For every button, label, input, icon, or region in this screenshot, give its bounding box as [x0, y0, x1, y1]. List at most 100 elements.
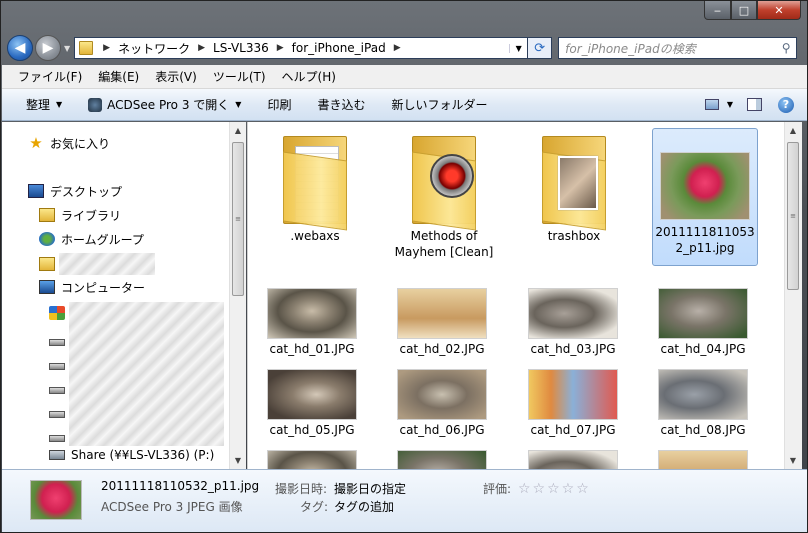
- scroll-down-icon[interactable]: ▼: [785, 452, 801, 469]
- nav-drive[interactable]: [49, 427, 71, 447]
- image-item[interactable]: [390, 450, 494, 469]
- folder-item[interactable]: Methods of Mayhem [Clean]: [392, 130, 496, 260]
- menu-tools[interactable]: ツール(T): [205, 68, 274, 85]
- rating-stars[interactable]: ☆☆☆☆☆: [518, 481, 591, 497]
- details-date-value[interactable]: 撮影日の指定: [334, 480, 406, 497]
- close-button[interactable]: ✕: [757, 1, 801, 20]
- folder-icon: [538, 130, 610, 231]
- nav-favorites[interactable]: ★ お気に入り: [28, 133, 110, 153]
- cat-thumbnail: [658, 288, 748, 339]
- image-item[interactable]: 20111118110532_p11.jpg: [653, 152, 757, 256]
- nav-user[interactable]: [39, 254, 61, 274]
- menu-help[interactable]: ヘルプ(H): [274, 68, 344, 85]
- forward-button[interactable]: ▶: [35, 35, 61, 61]
- cat-thumbnail: [658, 369, 748, 420]
- navigation-row: ◀ ▶ ▼ ▶ ネットワーク ▶ LS-VL336 ▶ for_iPhone_i…: [7, 33, 803, 63]
- folder-icon: [408, 130, 480, 231]
- breadcrumb-ls-vl336[interactable]: LS-VL336: [209, 41, 273, 55]
- image-item[interactable]: [260, 450, 364, 469]
- nav-drive[interactable]: [49, 331, 71, 351]
- nav-computer[interactable]: コンピューター: [39, 277, 145, 297]
- cat-thumbnail: [397, 450, 487, 469]
- image-item[interactable]: [521, 450, 625, 469]
- cat-thumbnail: [528, 450, 618, 469]
- organize-button[interactable]: 整理 ▼: [2, 96, 75, 113]
- image-item[interactable]: cat_hd_03.JPG: [521, 288, 625, 357]
- view-dropdown[interactable]: ▼: [727, 100, 733, 109]
- nav-drive[interactable]: [49, 379, 71, 399]
- image-item[interactable]: [651, 450, 755, 469]
- folder-item[interactable]: .webaxs: [263, 130, 367, 244]
- maximize-button[interactable]: □: [731, 1, 757, 20]
- nav-desktop[interactable]: デスクトップ: [28, 181, 122, 201]
- nav-scrollbar[interactable]: ▲ ≡ ▼: [229, 122, 246, 469]
- scroll-up-icon[interactable]: ▲: [785, 122, 801, 139]
- nav-libraries[interactable]: ライブラリ: [39, 205, 121, 225]
- refresh-icon: ⟳: [534, 40, 546, 56]
- nav-drive-c[interactable]: [49, 303, 71, 323]
- menu-view[interactable]: 表示(V): [147, 68, 205, 85]
- nav-scroll-thumb[interactable]: ≡: [232, 142, 244, 296]
- item-label: trashbox: [547, 229, 601, 243]
- chevron-right-icon[interactable]: ▶: [390, 43, 405, 53]
- refresh-button[interactable]: ⟳: [528, 37, 553, 59]
- item-label: cat_hd_05.JPG: [269, 423, 355, 437]
- cat-thumbnail: [397, 288, 487, 339]
- search-icon[interactable]: ⚲: [776, 41, 796, 55]
- cat-thumbnail: [267, 369, 357, 420]
- item-label: .webaxs: [290, 229, 340, 243]
- windows-drive-icon: [49, 306, 65, 320]
- nav-drive[interactable]: [49, 403, 71, 423]
- nav-share-drive[interactable]: Share (¥¥LS-VL336) (P:): [49, 445, 214, 465]
- arrow-left-icon: ◀: [14, 40, 26, 56]
- scroll-down-icon[interactable]: ▼: [230, 452, 246, 469]
- arrow-right-icon: ▶: [42, 40, 54, 56]
- menu-file[interactable]: ファイル(F): [2, 68, 90, 85]
- details-tags-value[interactable]: タグの追加: [334, 498, 394, 515]
- nav-desktop-label: デスクトップ: [50, 184, 123, 199]
- scroll-up-icon[interactable]: ▲: [230, 122, 246, 139]
- folder-item[interactable]: trashbox: [522, 130, 626, 244]
- breadcrumb-folder[interactable]: for_iPhone_iPad: [288, 41, 390, 55]
- breadcrumb-network[interactable]: ネットワーク: [114, 40, 194, 57]
- image-item[interactable]: cat_hd_08.JPG: [651, 369, 755, 438]
- burn-button[interactable]: 書き込む: [304, 96, 378, 113]
- address-dropdown[interactable]: ▼: [509, 43, 527, 53]
- image-item[interactable]: cat_hd_01.JPG: [260, 288, 364, 357]
- item-label: cat_hd_04.JPG: [660, 342, 746, 356]
- nav-drive[interactable]: [49, 355, 71, 375]
- chevron-right-icon[interactable]: ▶: [273, 43, 288, 53]
- explorer-window: ‒ □ ✕ ◀ ▶ ▼ ▶ ネットワーク ▶ LS-VL336 ▶ for_iP…: [0, 0, 808, 533]
- details-filename: 20111118110532_p11.jpg: [101, 479, 260, 493]
- change-view-button[interactable]: [701, 95, 723, 115]
- new-folder-button[interactable]: 新しいフォルダー: [378, 96, 500, 113]
- image-item[interactable]: cat_hd_07.JPG: [521, 369, 625, 438]
- item-label: cat_hd_08.JPG: [660, 423, 746, 437]
- library-icon: [39, 208, 55, 222]
- chevron-right-icon[interactable]: ▶: [194, 43, 209, 53]
- help-button[interactable]: ?: [775, 95, 797, 115]
- recent-pages-dropdown[interactable]: ▼: [64, 44, 70, 53]
- caption-buttons: ‒ □ ✕: [704, 1, 801, 20]
- nav-homegroup[interactable]: ホームグループ: [39, 229, 144, 249]
- content-scroll-thumb[interactable]: ≡: [787, 142, 799, 290]
- search-input[interactable]: for_iPhone_iPadの検索 ⚲: [558, 37, 798, 59]
- folder-icon: [279, 130, 351, 231]
- image-item[interactable]: cat_hd_05.JPG: [260, 369, 364, 438]
- back-button[interactable]: ◀: [7, 35, 33, 61]
- menu-edit[interactable]: 編集(E): [90, 68, 147, 85]
- address-bar[interactable]: ▶ ネットワーク ▶ LS-VL336 ▶ for_iPhone_iPad ▶ …: [74, 37, 529, 59]
- print-button[interactable]: 印刷: [254, 96, 304, 113]
- image-item[interactable]: cat_hd_06.JPG: [390, 369, 494, 438]
- details-date-label: 撮影日時:: [275, 482, 328, 496]
- minimize-button[interactable]: ‒: [704, 1, 731, 20]
- chevron-right-icon[interactable]: ▶: [99, 43, 114, 53]
- open-with-label: ACDSee Pro 3 で開く: [107, 98, 230, 112]
- content-scrollbar[interactable]: ▲ ≡ ▼: [784, 122, 802, 469]
- nav-computer-label: コンピューター: [61, 280, 146, 295]
- open-with-button[interactable]: ACDSee Pro 3 で開く ▼: [75, 96, 254, 113]
- item-label: 20111118110532_p11.jpg: [655, 225, 755, 255]
- image-item[interactable]: cat_hd_04.JPG: [651, 288, 755, 357]
- preview-pane-button[interactable]: [743, 95, 765, 115]
- image-item[interactable]: cat_hd_02.JPG: [390, 288, 494, 357]
